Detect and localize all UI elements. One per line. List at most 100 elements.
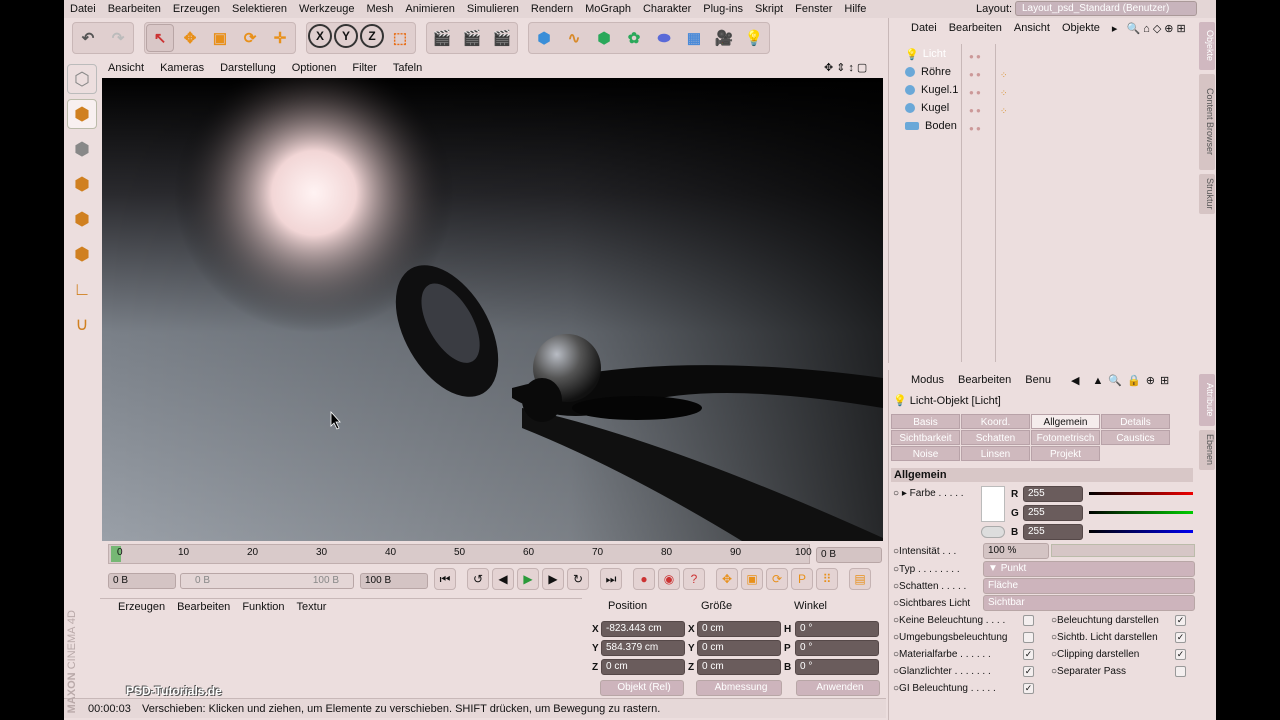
- tab-sichtbarkeit[interactable]: Sichtbarkeit: [891, 430, 960, 445]
- tab-projekt[interactable]: Projekt: [1031, 446, 1100, 461]
- render-view-icon[interactable]: 🎬: [428, 24, 456, 52]
- vp-menu-darstellung[interactable]: Darstellung: [212, 62, 284, 74]
- redo-icon[interactable]: ↷: [104, 24, 132, 52]
- tab-allgemein[interactable]: Allgemein: [1031, 414, 1100, 429]
- key-pla-icon[interactable]: ⠿: [816, 568, 838, 590]
- vp-menu-filter[interactable]: Filter: [344, 62, 384, 74]
- transform-tool-icon[interactable]: ✛: [266, 24, 294, 52]
- intensity-slider[interactable]: [1051, 544, 1195, 557]
- current-frame-field[interactable]: 0 B: [816, 547, 882, 563]
- pos-z-field[interactable]: 0 cm: [601, 659, 685, 675]
- nurbs-icon[interactable]: ⬢: [590, 24, 618, 52]
- y-axis-lock-icon[interactable]: Y: [334, 24, 358, 48]
- tab-fotometrisch[interactable]: Fotometrisch: [1031, 430, 1100, 445]
- camera-icon[interactable]: 🎥: [710, 24, 738, 52]
- mat-menu-bearbeiten[interactable]: Bearbeiten: [177, 601, 230, 613]
- size-mode-select[interactable]: Abmessung: [696, 680, 782, 696]
- checkbox-umgebung[interactable]: [1023, 632, 1034, 643]
- side-tab-objekte[interactable]: Objekte: [1199, 22, 1215, 70]
- r-field[interactable]: 255: [1023, 486, 1083, 502]
- rotate-tool-icon[interactable]: ⟳: [236, 24, 264, 52]
- light-icon[interactable]: 💡: [740, 24, 768, 52]
- prev-key-icon[interactable]: ↺: [467, 568, 489, 590]
- r-slider[interactable]: [1089, 492, 1193, 495]
- select-tool-icon[interactable]: ↖: [146, 24, 174, 52]
- checkbox-keine-beleuchtung[interactable]: [1023, 615, 1034, 626]
- rot-p-field[interactable]: 0 °: [795, 640, 879, 656]
- obj-menu-objekte[interactable]: Objekte: [1062, 22, 1100, 40]
- object-row-kugel[interactable]: Kugel: [905, 99, 949, 117]
- side-tab-struktur[interactable]: Struktur: [1199, 174, 1215, 214]
- tab-caustics[interactable]: Caustics: [1101, 430, 1170, 445]
- pos-x-field[interactable]: -823.443 cm: [601, 621, 685, 637]
- side-tab-attribute[interactable]: Attribute: [1199, 374, 1215, 426]
- mat-menu-funktion[interactable]: Funktion: [242, 601, 284, 613]
- deformer-icon[interactable]: ⬬: [650, 24, 678, 52]
- key-position-icon[interactable]: ✥: [716, 568, 738, 590]
- mat-menu-erzeugen[interactable]: Erzeugen: [118, 601, 165, 613]
- size-y-field[interactable]: 0 cm: [697, 640, 781, 656]
- side-tab-content-browser[interactable]: Content Browser: [1199, 74, 1215, 170]
- autokey-icon[interactable]: ◉: [658, 568, 680, 590]
- viewport-nav-icons[interactable]: ✥⇕↕▢: [824, 61, 870, 74]
- floor-icon[interactable]: ▦: [680, 24, 708, 52]
- undo-icon[interactable]: ↶: [74, 24, 102, 52]
- menu-werkzeuge[interactable]: Werkzeuge: [293, 3, 360, 15]
- obj-menu-bearbeiten[interactable]: Bearbeiten: [949, 22, 1002, 40]
- play-icon[interactable]: ▶: [517, 568, 539, 590]
- attr-menu-modus[interactable]: Modus: [911, 374, 944, 392]
- object-row-boden[interactable]: Boden: [905, 117, 957, 135]
- menu-mesh[interactable]: Mesh: [360, 3, 399, 15]
- spline-icon[interactable]: ∿: [560, 24, 588, 52]
- menu-animieren[interactable]: Animieren: [399, 3, 461, 15]
- mat-menu-textur[interactable]: Textur: [297, 601, 327, 613]
- menu-rendern[interactable]: Rendern: [525, 3, 579, 15]
- record-icon[interactable]: ●: [633, 568, 655, 590]
- obj-menu-ansicht[interactable]: Ansicht: [1014, 22, 1050, 40]
- size-x-field[interactable]: 0 cm: [697, 621, 781, 637]
- color-picker-button[interactable]: [981, 526, 1005, 538]
- magnet-icon[interactable]: ∪: [67, 309, 97, 339]
- coord-mode-select[interactable]: Objekt (Rel): [600, 680, 684, 696]
- tab-linsen[interactable]: Linsen: [961, 446, 1030, 461]
- edges-mode-icon[interactable]: ⬢: [67, 204, 97, 234]
- size-z-field[interactable]: 0 cm: [697, 659, 781, 675]
- key-rotation-icon[interactable]: ⟳: [766, 568, 788, 590]
- menu-fenster[interactable]: Fenster: [789, 3, 838, 15]
- move-tool-icon[interactable]: ✥: [176, 24, 204, 52]
- scale-tool-icon[interactable]: ▣: [206, 24, 234, 52]
- layout-select[interactable]: Layout_psd_Standard (Benutzer): [1015, 1, 1197, 16]
- render-picture-viewer-icon[interactable]: 🎬: [458, 24, 486, 52]
- menu-datei[interactable]: Datei: [64, 3, 102, 15]
- timeline-ruler[interactable]: 0 10 20 30 40 50 60 70 80 90 100: [108, 544, 812, 564]
- visible-light-select[interactable]: Sichtbar: [983, 595, 1195, 611]
- checkbox-clipping[interactable]: ✓: [1175, 649, 1186, 660]
- rot-h-field[interactable]: 0 °: [795, 621, 879, 637]
- color-swatch[interactable]: [981, 486, 1005, 522]
- tab-schatten[interactable]: Schatten: [961, 430, 1030, 445]
- obj-toolbar-icons[interactable]: ▸ 🔍⌂◇⊕⊞: [1112, 22, 1189, 40]
- model-mode-icon[interactable]: ⬢: [67, 99, 97, 129]
- attr-menu-bearbeiten[interactable]: Bearbeiten: [958, 374, 1011, 392]
- tab-noise[interactable]: Noise: [891, 446, 960, 461]
- menu-mograph[interactable]: MoGraph: [579, 3, 637, 15]
- menu-bearbeiten[interactable]: Bearbeiten: [102, 3, 167, 15]
- checkbox-separater-pass[interactable]: [1175, 666, 1186, 677]
- menu-selektieren[interactable]: Selektieren: [226, 3, 293, 15]
- g-field[interactable]: 255: [1023, 505, 1083, 521]
- menu-simulieren[interactable]: Simulieren: [461, 3, 525, 15]
- tag-icons[interactable]: ⁘ ⁘ ⁘: [1000, 66, 1008, 120]
- type-select[interactable]: ▼ Punkt: [983, 561, 1195, 577]
- pos-y-field[interactable]: 584.379 cm: [601, 640, 685, 656]
- points-mode-icon[interactable]: ⬢: [67, 169, 97, 199]
- coord-system-icon[interactable]: ⬚: [386, 24, 414, 52]
- menu-skript[interactable]: Skript: [749, 3, 789, 15]
- visibility-dots[interactable]: ● ● ● ● ● ● ● ● ● ●: [969, 48, 981, 138]
- menu-hilfe[interactable]: Hilfe: [838, 3, 872, 15]
- render-settings-icon[interactable]: 🎬: [488, 24, 516, 52]
- timeline-window-icon[interactable]: ▤: [849, 568, 871, 590]
- checkbox-materialfarbe[interactable]: ✓: [1023, 649, 1034, 660]
- tab-koord[interactable]: Koord.: [961, 414, 1030, 429]
- z-axis-lock-icon[interactable]: Z: [360, 24, 384, 48]
- polygons-mode-icon[interactable]: ⬢: [67, 239, 97, 269]
